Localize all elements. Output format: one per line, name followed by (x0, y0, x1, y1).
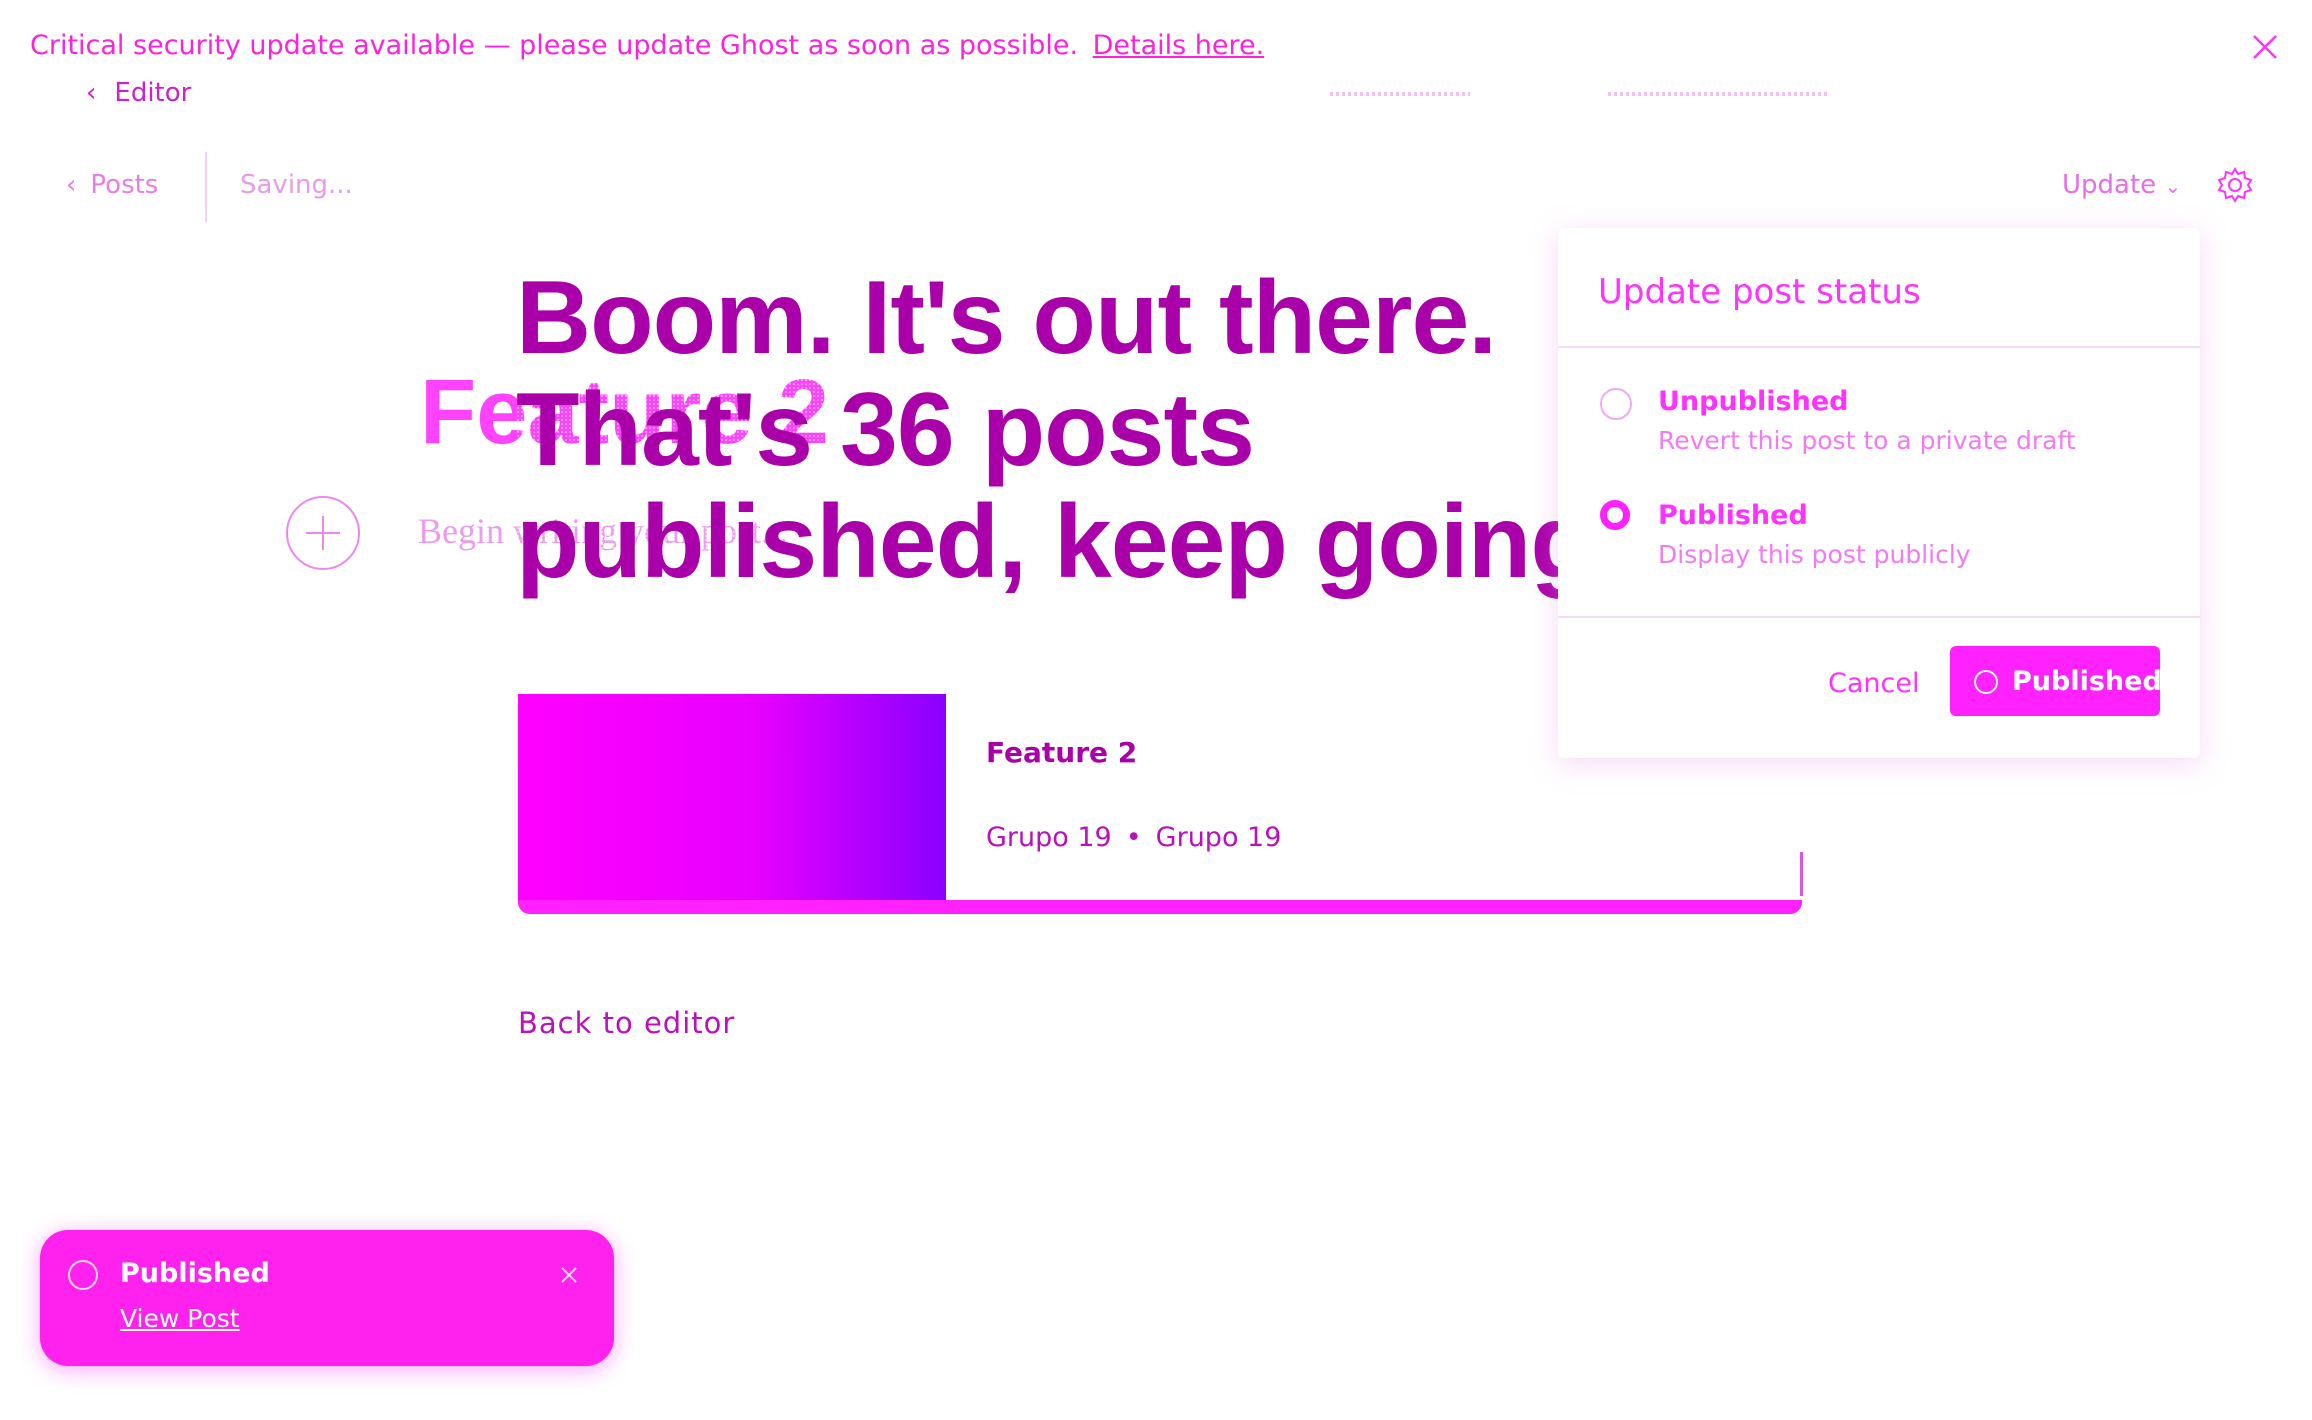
check-circle-icon (68, 1260, 98, 1290)
banner-text: Critical security update available — ple… (30, 30, 1264, 61)
check-circle-icon (1974, 670, 1998, 694)
faint-divider (1608, 92, 1828, 96)
security-banner: Critical security update available — ple… (0, 0, 2312, 96)
post-card-author: Grupo 19 (986, 822, 1112, 853)
chevron-down-icon: ⌄ (2164, 174, 2182, 198)
post-card-meta: Grupo 19 • Grupo 19 (986, 822, 1281, 853)
radio-unpublished[interactable] (1600, 388, 1632, 420)
popup-divider (1558, 346, 2200, 348)
update-status-popup: Update post status Unpublished Revert th… (1558, 228, 2200, 758)
option-published-label[interactable]: Published (1658, 500, 1808, 531)
save-status: Saving... (240, 170, 353, 200)
update-button[interactable]: Update ⌄ (2062, 170, 2181, 200)
popup-title: Update post status (1598, 272, 1921, 312)
radio-published[interactable] (1600, 500, 1630, 530)
header-divider (205, 152, 207, 222)
editor-breadcrumb[interactable]: ‹ Editor (86, 78, 191, 108)
posts-back-link[interactable]: ‹ Posts (66, 170, 158, 200)
published-button-label: Published (2012, 666, 2162, 697)
option-published-desc: Display this post publicly (1658, 540, 1971, 569)
gear-icon[interactable] (2216, 166, 2254, 204)
chevron-left-icon: ‹ (86, 78, 97, 108)
post-card-author-2: Grupo 19 (1155, 822, 1282, 853)
posts-label: Posts (90, 170, 159, 200)
post-card-title: Feature 2 (986, 736, 1138, 769)
add-card-button[interactable] (286, 496, 360, 570)
post-card-underline (518, 900, 1802, 914)
close-icon[interactable] (558, 1264, 580, 1286)
published-button[interactable]: Published (1950, 646, 2162, 716)
option-unpublished-desc: Revert this post to a private draft (1658, 426, 2076, 455)
publish-headline: Boom. It's out there. That's 36 posts pu… (516, 262, 1716, 598)
post-card-image (518, 694, 946, 904)
faint-divider (1330, 92, 1470, 96)
editor-label: Editor (114, 78, 192, 108)
popup-divider (1558, 616, 2200, 618)
chevron-left-icon: ‹ (66, 170, 77, 200)
cancel-button[interactable]: Cancel (1828, 668, 1919, 699)
toast-title: Published (120, 1258, 270, 1289)
close-icon[interactable] (2248, 30, 2282, 64)
published-toast: Published View Post (40, 1230, 614, 1366)
view-post-link[interactable]: View Post (120, 1304, 240, 1333)
banner-details-link[interactable]: Details here. (1093, 30, 1265, 61)
banner-message: Critical security update available — ple… (30, 30, 1079, 61)
back-to-editor-link[interactable]: Back to editor (518, 1006, 735, 1040)
update-label: Update (2062, 170, 2157, 200)
option-unpublished-label[interactable]: Unpublished (1658, 386, 1848, 417)
text-cursor (1800, 852, 1803, 896)
meta-separator: • (1125, 822, 1142, 853)
